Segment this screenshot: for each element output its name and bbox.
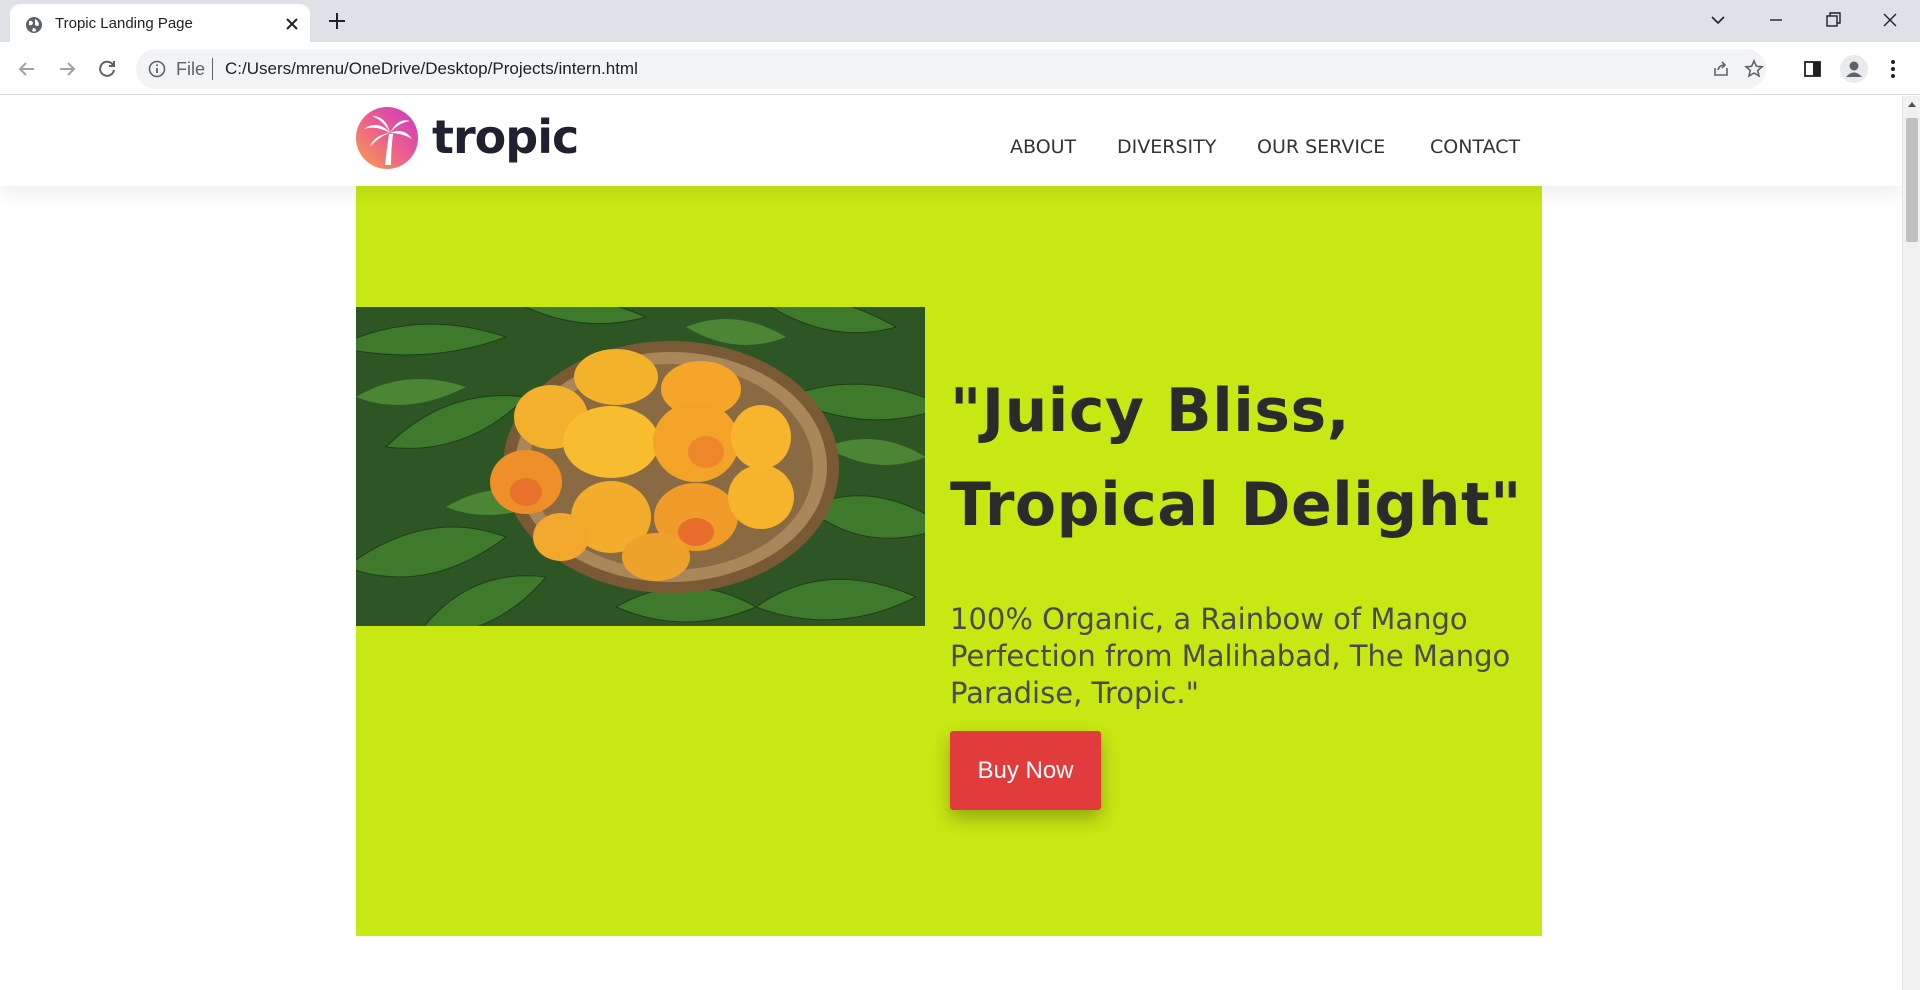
browser-tab[interactable]: Tropic Landing Page (10, 4, 310, 42)
palm-logo-icon[interactable] (356, 107, 418, 169)
nav-about[interactable]: ABOUT (1010, 136, 1076, 158)
site-header: tropic ABOUT DIVERSITY OUR SERVICE CONTA… (0, 96, 1902, 186)
hero-title-line1: "Juicy Bliss, (950, 376, 1351, 446)
page-scrollbar[interactable] (1902, 96, 1920, 990)
nav-contact[interactable]: CONTACT (1430, 136, 1520, 158)
close-window-icon[interactable] (1878, 8, 1902, 32)
nav-our-service[interactable]: OUR SERVICE (1257, 136, 1385, 158)
new-tab-icon[interactable] (325, 9, 349, 33)
address-separator (212, 58, 213, 80)
star-icon[interactable] (1744, 59, 1764, 79)
profile-icon[interactable] (1840, 55, 1868, 83)
mango-basket-image (356, 307, 925, 626)
buy-now-button[interactable]: Buy Now (950, 731, 1101, 810)
scheme-label: File (176, 59, 206, 79)
reload-icon[interactable] (94, 56, 120, 82)
minimize-icon[interactable] (1764, 8, 1788, 32)
close-tab-icon[interactable] (282, 14, 302, 34)
address-bar[interactable]: File C:/Users/mrenu/OneDrive/Desktop/Pro… (136, 49, 1766, 89)
brand-wordmark[interactable]: tropic (432, 110, 579, 164)
scrollbar-thumb[interactable] (1906, 118, 1918, 242)
chevron-down-icon[interactable] (1706, 8, 1730, 32)
share-icon[interactable] (1711, 59, 1731, 79)
side-panel-icon[interactable] (1800, 56, 1826, 82)
nav-diversity[interactable]: DIVERSITY (1117, 136, 1216, 158)
hero-section: "Juicy Bliss, Tropical Delight" 100% Org… (356, 186, 1542, 936)
restore-icon[interactable] (1821, 8, 1845, 32)
browser-tab-strip: Tropic Landing Page (0, 0, 1920, 42)
tab-title: Tropic Landing Page (55, 15, 193, 32)
kebab-menu-icon[interactable] (1880, 56, 1906, 82)
page-viewport: tropic ABOUT DIVERSITY OUR SERVICE CONTA… (0, 96, 1902, 990)
forward-icon[interactable] (54, 56, 80, 82)
hero-title: "Juicy Bliss, Tropical Delight" (950, 364, 1530, 552)
back-icon[interactable] (14, 56, 40, 82)
hero-title-line2: Tropical Delight" (950, 470, 1522, 540)
hero-subtitle: 100% Organic, a Rainbow of Mango Perfect… (950, 602, 1511, 710)
info-icon[interactable] (148, 60, 166, 78)
globe-icon (26, 17, 42, 33)
scroll-up-arrow-icon[interactable] (1907, 100, 1917, 108)
browser-toolbar: File C:/Users/mrenu/OneDrive/Desktop/Pro… (0, 42, 1920, 95)
url-text[interactable]: C:/Users/mrenu/OneDrive/Desktop/Projects… (225, 60, 638, 78)
